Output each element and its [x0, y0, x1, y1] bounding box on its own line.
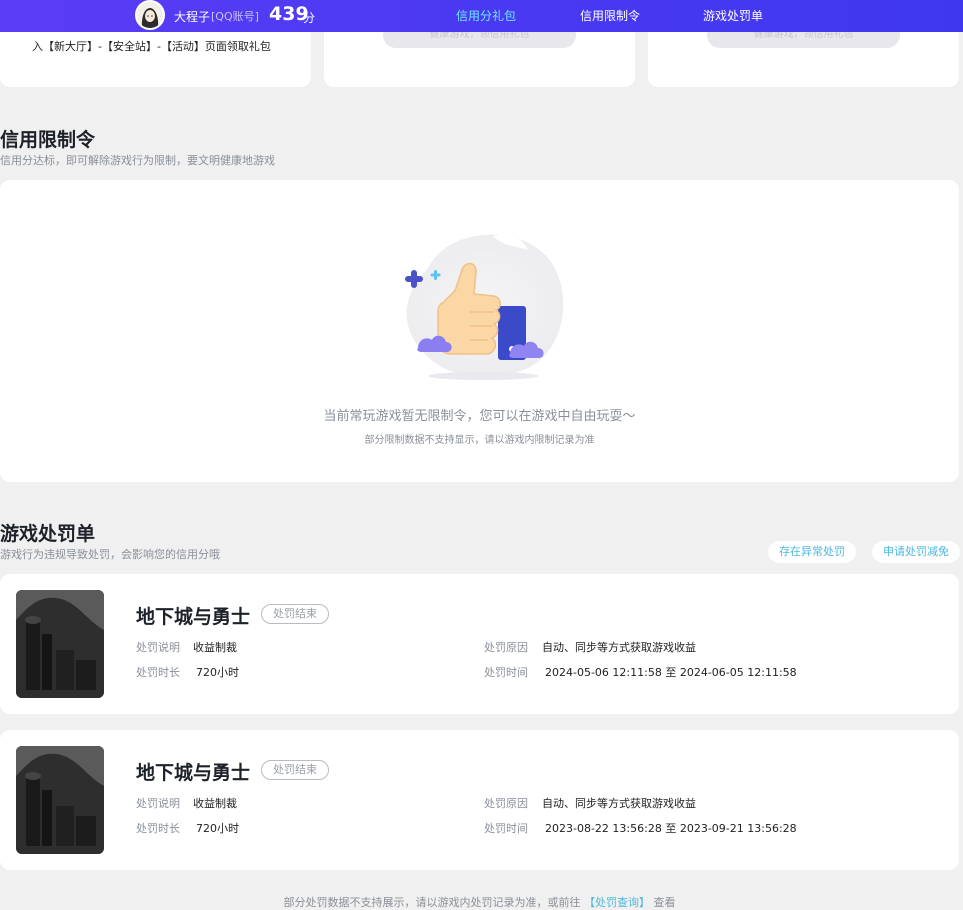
game-cover-icon: [16, 746, 104, 854]
avatar-image-icon: [137, 2, 163, 28]
punishment-subtitle: 游戏行为违规导致处罚，会影响您的信用分哦: [0, 548, 220, 561]
punish-reason-value: 自动、同步等方式获取游戏收益: [542, 641, 696, 654]
punishment-query-link[interactable]: 【处罚查询】: [584, 896, 650, 909]
punish-time-value: 2024-05-06 12:11:58 至 2024-06-05 12:11:5…: [545, 666, 797, 679]
gift-instruction: 入【新大厅】-【安全站】-【活动】页面领取礼包: [32, 40, 271, 53]
restriction-title: 信用限制令: [0, 129, 96, 151]
nav-credit-restriction[interactable]: 信用限制令: [580, 7, 640, 24]
footer-note-text: 部分处罚数据不支持展示，请以游戏内处罚记录为准，或前往: [283, 896, 581, 909]
account-type: [QQ账号]: [211, 10, 259, 23]
footer-note: 部分处罚数据不支持展示，请以游戏内处罚记录为准，或前往 【处罚查询】 查看: [0, 894, 959, 910]
footer-note-end: 查看: [653, 896, 676, 909]
label-punish-reason: 处罚原因: [484, 641, 528, 654]
label-punish-reason: 处罚原因: [484, 797, 528, 810]
label-punish-duration: 处罚时长: [136, 822, 180, 835]
nav-credit-gift[interactable]: 信用分礼包: [456, 7, 516, 24]
top-bar: 大程子 [QQ账号] 439 分 信用分礼包 信用限制令 游戏处罚单: [0, 0, 963, 32]
punish-reason-value: 自动、同步等方式获取游戏收益: [542, 797, 696, 810]
punish-duration-value: 720小时: [196, 666, 239, 679]
avatar[interactable]: [135, 0, 165, 30]
empty-state-message: 当前常玩游戏暂无限制令，您可以在游戏中自由玩耍～: [323, 409, 636, 424]
label-punish-desc: 处罚说明: [136, 641, 180, 654]
thumbs-up-illustration-icon: [405, 234, 564, 380]
punish-desc-value: 收益制裁: [193, 641, 237, 654]
restriction-card: 当前常玩游戏暂无限制令，您可以在游戏中自由玩耍～ 部分限制数据不支持显示，请以游…: [0, 180, 959, 482]
status-badge: 处罚结束: [261, 604, 329, 624]
label-punish-time: 处罚时间: [484, 822, 528, 835]
score-unit: 分: [303, 11, 316, 25]
punish-desc-value: 收益制裁: [193, 797, 237, 810]
apply-reduction-button[interactable]: 申请处罚减免: [872, 541, 960, 563]
punishment-card: 地下城与勇士 处罚结束 处罚说明 收益制裁 处罚时长 720小时 处罚原因 自动…: [0, 730, 959, 870]
game-name: 地下城与勇士: [136, 762, 251, 784]
empty-state-note: 部分限制数据不支持显示，请以游戏内限制记录为准: [364, 435, 595, 446]
status-badge: 处罚结束: [261, 760, 329, 780]
restriction-subtitle: 信用分达标，即可解除游戏行为限制，要文明健康地游戏: [0, 154, 275, 167]
punish-time-value: 2023-08-22 13:56:28 至 2023-09-21 13:56:2…: [545, 822, 797, 835]
abnormal-punishment-button[interactable]: 存在异常处罚: [768, 541, 856, 563]
punishment-card: 地下城与勇士 处罚结束 处罚说明 收益制裁 处罚时长 720小时 处罚原因 自动…: [0, 574, 959, 714]
username: 大程子: [174, 10, 211, 24]
label-punish-desc: 处罚说明: [136, 797, 180, 810]
label-punish-time: 处罚时间: [484, 666, 528, 679]
game-cover-image: [16, 590, 104, 698]
game-cover-image: [16, 746, 104, 854]
punish-duration-value: 720小时: [196, 822, 239, 835]
punishment-title: 游戏处罚单: [0, 523, 96, 545]
game-cover-icon: [16, 590, 104, 698]
game-name: 地下城与勇士: [136, 606, 251, 628]
label-punish-duration: 处罚时长: [136, 666, 180, 679]
nav-game-punishment[interactable]: 游戏处罚单: [703, 7, 763, 24]
